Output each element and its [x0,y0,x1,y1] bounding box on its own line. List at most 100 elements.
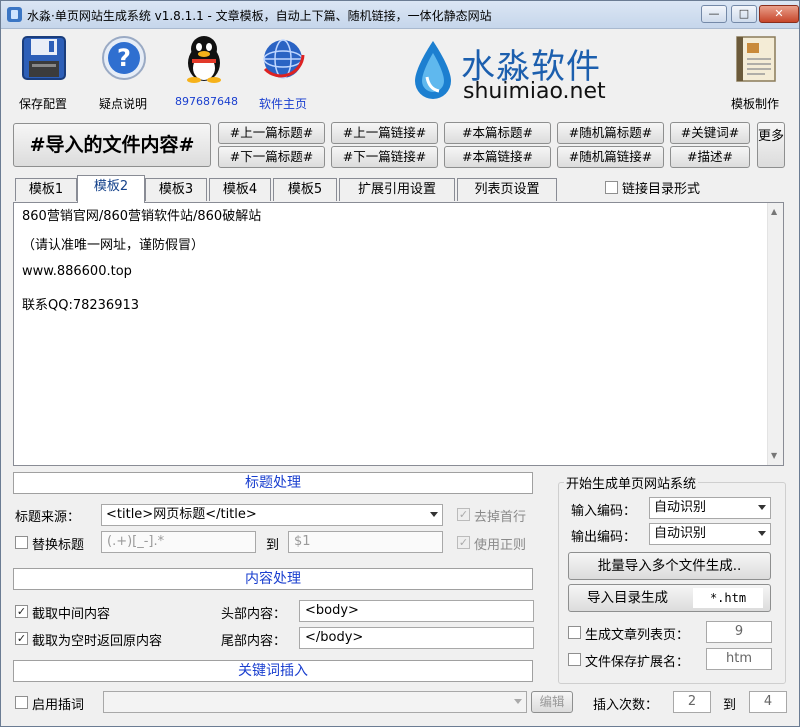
gen-list-page-label: 生成文章列表页： [585,628,690,643]
next-link-button[interactable]: #下一篇链接# [331,146,438,168]
link-dir-form-label: 链接目录形式 [622,182,701,197]
save-config-label: 保存配置 [19,97,68,111]
replace-title-label: 替换标题 [32,538,85,553]
save-ext-input[interactable]: htm [706,648,772,670]
use-regex-checkbox[interactable]: ✓ [457,536,470,549]
gen-list-page-checkbox[interactable] [568,626,581,639]
desc-button[interactable]: #描述# [670,146,750,168]
regex-from-input[interactable]: (.+)[_-].* [101,531,256,553]
template-make-button[interactable]: 模板制作 [725,31,789,111]
output-encoding-value: 自动识别 [654,526,707,541]
take-middle-label: 截取中间内容 [32,607,111,622]
scroll-up-icon[interactable]: ▲ [771,207,777,216]
save-ext-label: 文件保存扩展名： [585,655,690,670]
tab-template-5[interactable]: 模板5 [273,178,337,201]
batch-import-button[interactable]: 批量导入多个文件生成.. [568,552,771,580]
tab-extension-settings[interactable]: 扩展引用设置 [339,178,455,201]
insert-count-label: 插入次数： [593,698,659,713]
link-dir-form-checkbox[interactable] [605,181,618,194]
chevron-down-icon [758,531,766,536]
editor-line: （请认准唯一网址，谨防假冒） [22,238,205,253]
tab-template-1[interactable]: 模板1 [15,178,77,201]
replace-title-checkbox[interactable] [15,536,28,549]
tail-content-label: 尾部内容： [221,634,287,649]
chevron-down-icon [758,505,766,510]
scroll-down-icon[interactable]: ▼ [771,451,777,460]
head-content-input[interactable]: <body> [299,600,534,622]
tab-template-2[interactable]: 模板2 [77,175,145,203]
keyword-select[interactable] [103,691,527,713]
chevron-down-icon [430,512,438,517]
title-section-header: 标题处理 [13,472,533,494]
tab-template-3[interactable]: 模板3 [145,178,207,201]
regex-to-input[interactable]: $1 [288,531,443,553]
random-link-button[interactable]: #随机篇链接# [557,146,664,168]
chevron-down-icon [514,699,522,704]
save-ext-checkbox[interactable] [568,653,581,666]
save-config-button[interactable]: 保存配置 [15,33,73,111]
remove-first-line-label: 去掉首行 [474,510,527,525]
qq-number-label: 897687648 [175,95,238,108]
tab-list-page-settings[interactable]: 列表页设置 [457,178,557,201]
random-title-button[interactable]: #随机篇标题# [557,122,664,144]
head-content-label: 头部内容： [221,607,287,622]
editor-line: 联系QQ:78236913 [22,298,140,313]
question-mark-icon: ? [102,36,146,80]
tail-content-input[interactable]: </body> [299,627,534,649]
remove-first-line-checkbox[interactable]: ✓ [457,508,470,521]
this-title-button[interactable]: #本篇标题# [444,122,551,144]
more-button[interactable]: 更多 [757,122,785,168]
edit-keyword-button[interactable]: 编辑 [531,691,573,713]
input-encoding-select[interactable]: 自动识别 [649,497,771,519]
minimize-button[interactable]: — [701,5,727,23]
import-content-button[interactable]: #导入的文件内容# [13,123,211,167]
maximize-button[interactable]: □ [731,5,757,23]
title-source-value: <title>网页标题</title> [106,507,257,522]
import-dir-button[interactable]: 导入目录生成 *.htm [568,584,771,612]
gen-list-page-input[interactable]: 9 [706,621,772,643]
empty-return-checkbox[interactable]: ✓ [15,632,28,645]
app-icon [7,7,22,22]
app-window: 水淼·单页网站生成系统 v1.8.1.1 - 文章模板，自动上下篇、随机链接，一… [0,0,800,727]
help-button[interactable]: ? 疑点说明 [95,33,153,111]
empty-return-label: 截取为空时返回原内容 [32,634,163,649]
qq-button[interactable]: 897687648 [173,33,238,111]
template-editor[interactable]: 860营销官网/860营销软件站/860破解站 （请认准唯一网址，谨防假冒） w… [13,202,784,466]
use-regex-label: 使用正则 [474,538,527,553]
globe-icon [263,39,305,79]
template-make-label: 模板制作 [731,97,780,111]
homepage-button[interactable]: 软件主页 [251,33,315,111]
editor-line: 860营销官网/860营销软件站/860破解站 [22,209,262,224]
keyword-section-header: 关键词插入 [13,660,533,682]
enable-keyword-checkbox[interactable] [15,696,28,709]
next-title-button[interactable]: #下一篇标题# [218,146,325,168]
editor-line: www.886600.top [22,264,132,279]
help-label: 疑点说明 [99,97,148,111]
output-encoding-select[interactable]: 自动识别 [649,523,771,545]
window-title: 水淼·单页网站生成系统 v1.8.1.1 - 文章模板，自动上下篇、随机链接，一… [27,9,492,23]
take-middle-checkbox[interactable]: ✓ [15,605,28,618]
input-encoding-label: 输入编码： [571,504,637,519]
keyword-button[interactable]: #关键词# [670,122,750,144]
to-label: 到 [266,538,280,553]
prev-title-button[interactable]: #上一篇标题# [218,122,325,144]
import-dir-ext: *.htm [693,588,763,608]
qq-penguin-icon [187,36,221,83]
this-link-button[interactable]: #本篇链接# [444,146,551,168]
close-button[interactable]: ✕ [759,5,799,23]
insert-count-to-input[interactable]: 4 [749,691,787,713]
brand-domain: shuimiao.net [463,79,606,104]
tab-template-4[interactable]: 模板4 [209,178,271,201]
prev-link-button[interactable]: #上一篇链接# [331,122,438,144]
insert-count-to-label: 到 [723,698,737,713]
title-source-label: 标题来源： [15,510,81,525]
insert-count-from-input[interactable]: 2 [673,691,711,713]
water-drop-logo-icon [415,41,451,99]
svg-text:?: ? [117,44,131,72]
title-bar: 水淼·单页网站生成系统 v1.8.1.1 - 文章模板，自动上下篇、随机链接，一… [1,1,799,29]
enable-keyword-label: 启用插词 [32,698,85,713]
editor-scrollbar[interactable]: ▲ ▼ [767,203,783,465]
input-encoding-value: 自动识别 [654,500,707,515]
content-section-header: 内容处理 [13,568,533,590]
title-source-select[interactable]: <title>网页标题</title> [101,504,443,526]
